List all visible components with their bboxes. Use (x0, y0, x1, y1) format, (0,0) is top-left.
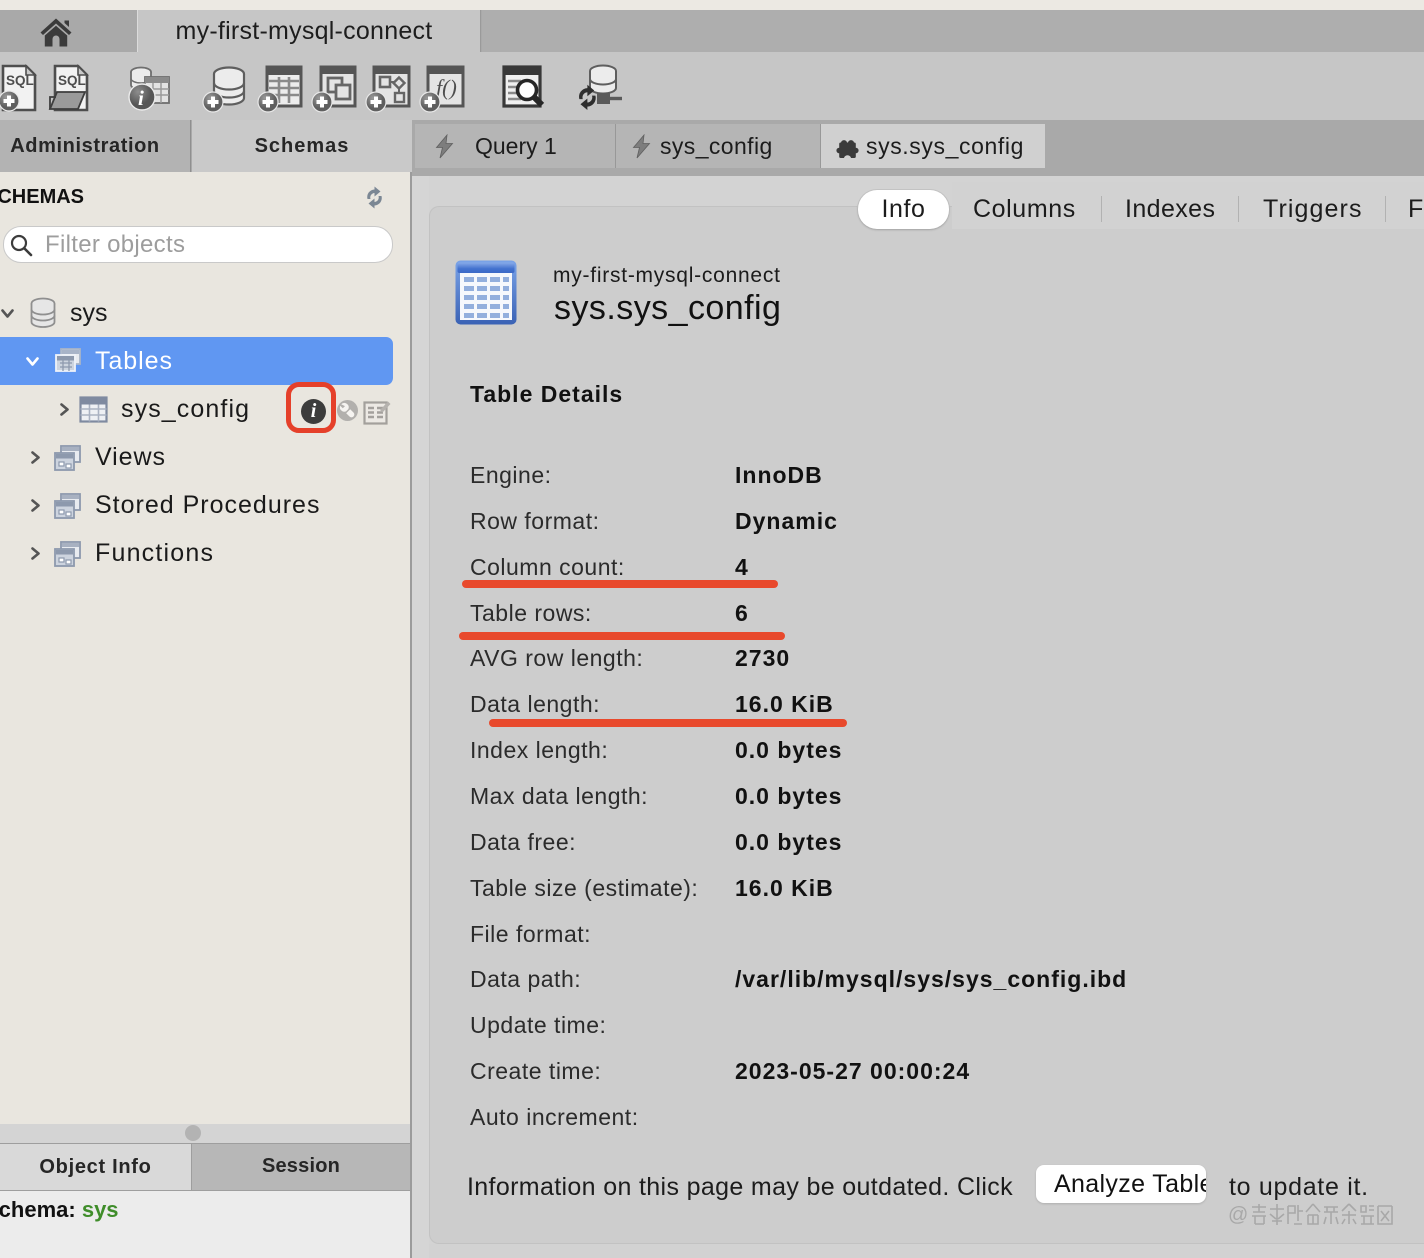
svg-text:SQL: SQL (6, 73, 34, 88)
svg-text:@: @ (1228, 1204, 1248, 1226)
svg-text:f(): f() (436, 75, 457, 100)
svg-text:i: i (138, 86, 144, 110)
svg-text:SQL: SQL (58, 73, 86, 88)
